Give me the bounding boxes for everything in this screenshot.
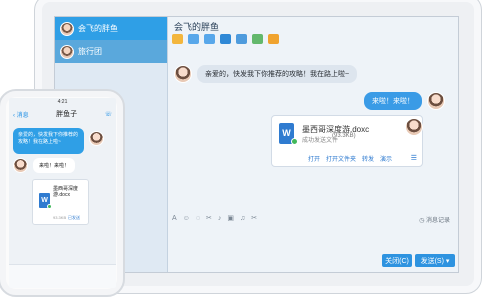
message-history[interactable]: ◷ 消息记录 <box>419 215 450 224</box>
message-bubble-out: 来啦！来啦！ <box>364 92 422 110</box>
input-toolbar: A ☺ ◌ ✂ ♪ ▣ ♫ ✂ <box>172 214 257 223</box>
file-name: 墨西哥深度游.doxc (93.3KB) <box>302 125 370 139</box>
phone-title: 胖鱼子 <box>56 111 78 118</box>
phone-file-size: 93.3KB <box>53 215 67 220</box>
send-button[interactable]: 发送(S) ▾ <box>415 254 455 267</box>
status-time: 4:21 <box>57 99 68 105</box>
phone-reply-row: 来啦！来啦！ <box>13 158 76 173</box>
phone-file-card[interactable]: 墨西哥深度游.docx W 93.3KB 已发送 <box>32 179 89 225</box>
phone-frame: 4:21 ‹ 消息 胖鱼子 ☏ 亲爱的，快发我下你推荐的攻略！我在路上啦~ 来啦… <box>0 89 125 297</box>
top-toolbar <box>172 34 279 47</box>
remote-icon[interactable] <box>236 34 247 44</box>
close-button[interactable]: 关闭(C) <box>382 254 412 267</box>
contact-label: 会飞的胖鱼 <box>78 24 118 33</box>
avatar-icon <box>405 118 423 136</box>
file-sender-avatar-row <box>405 118 423 136</box>
add-user-icon[interactable] <box>252 34 263 44</box>
file-card[interactable]: W 墨西哥深度游.doxc (93.3KB) 成功发送文件 打开 打开文件夹 转… <box>271 115 423 167</box>
back-button[interactable]: ‹ 消息 <box>13 110 29 119</box>
file-actions: 打开 打开文件夹 转发 演示 <box>308 154 392 163</box>
message-input[interactable] <box>168 224 458 254</box>
forward-link[interactable]: 转发 <box>362 154 374 163</box>
avatar-icon <box>174 65 192 83</box>
contact-item-travel-group[interactable]: 旅行团 <box>55 40 167 63</box>
phone-reply-bubble: 来啦！来啦！ <box>33 158 76 173</box>
phone-file-name: 墨西哥深度游.docx <box>53 186 79 199</box>
phone-file-status: 已发送 <box>68 215 80 220</box>
apps-icon[interactable] <box>268 34 279 44</box>
cut-icon[interactable]: ✂ <box>206 214 212 222</box>
status-bar: 4:21 <box>9 98 116 106</box>
folder-icon[interactable] <box>220 34 231 44</box>
voice-message-icon[interactable]: ♪ <box>218 215 222 222</box>
message-in: 亲爱的，快发我下你推荐的攻略！我在路上啦~ <box>174 65 358 83</box>
open-folder-link[interactable]: 打开文件夹 <box>326 154 356 163</box>
screen-share-icon[interactable] <box>204 34 215 44</box>
open-file-link[interactable]: 打开 <box>308 154 320 163</box>
phone-message-bubble: 亲爱的，快发我下你推荐的攻略！我在路上啦~ <box>13 128 84 154</box>
menu-icon[interactable]: ☰ <box>411 154 417 162</box>
present-link[interactable]: 演示 <box>380 154 392 163</box>
scissors-icon[interactable]: ✂ <box>251 214 257 222</box>
message-out: 来啦！来啦！ <box>364 92 445 110</box>
emoji-icon[interactable]: ☺ <box>183 215 190 222</box>
file-status: 成功发送文件 <box>302 138 339 144</box>
contact-label: 旅行团 <box>78 47 102 56</box>
avatar-icon <box>13 158 28 173</box>
voice-icon[interactable] <box>172 34 183 44</box>
shake-icon[interactable]: ◌ <box>196 215 200 222</box>
video-icon[interactable] <box>188 34 199 44</box>
music-icon[interactable]: ♫ <box>240 215 245 222</box>
phone-header: ‹ 消息 胖鱼子 ☏ <box>9 106 116 122</box>
avatar-icon <box>427 92 445 110</box>
checkmark-icon <box>291 138 298 145</box>
chat-title: 会飞的胖鱼 <box>174 22 220 32</box>
message-bubble-in: 亲爱的，快发我下你推荐的攻略！我在路上啦~ <box>197 65 358 83</box>
call-icon[interactable]: ☏ <box>104 111 112 118</box>
phone-chat-screen: 4:21 ‹ 消息 胖鱼子 ☏ 亲爱的，快发我下你推荐的攻略！我在路上啦~ 来啦… <box>9 98 116 288</box>
phone-input-bar[interactable] <box>9 264 116 288</box>
avatar-icon <box>60 21 74 36</box>
checkmark-icon <box>47 204 52 209</box>
image-icon[interactable]: ▣ <box>227 214 234 222</box>
avatar-icon <box>60 44 74 59</box>
avatar-icon <box>89 131 104 146</box>
chat-panel: 会飞的胖鱼 亲爱的，快发我下你推荐的攻略！我在路上啦~ 来啦！来啦！ W 墨西哥… <box>168 17 458 272</box>
font-icon[interactable]: A <box>172 215 177 222</box>
contact-item-feiyu[interactable]: 会飞的胖鱼 <box>55 17 167 40</box>
